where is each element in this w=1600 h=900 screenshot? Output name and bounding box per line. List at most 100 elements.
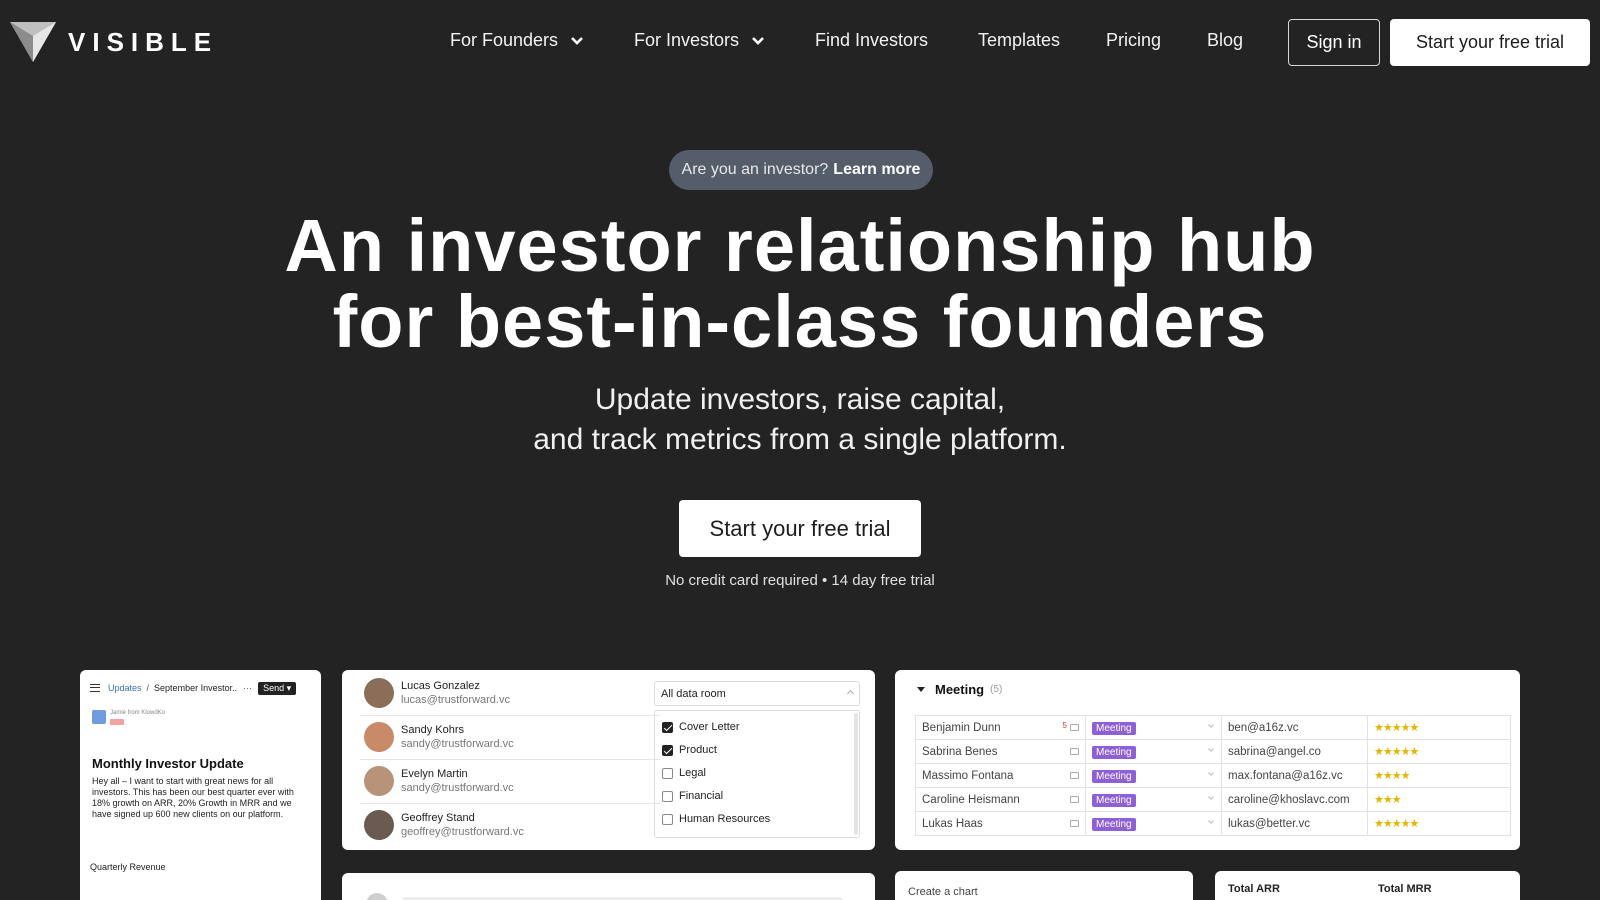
table-row[interactable]: Sabrina Benes Meeting sabrina@angel.co ★★★★…	[915, 739, 1511, 764]
star-icon: ★	[1374, 794, 1384, 806]
investor-pill[interactable]: Are you an investor? Learn more	[669, 150, 933, 190]
chevron-down-icon	[1208, 794, 1214, 800]
email-cell[interactable]: sabrina@angel.co	[1221, 739, 1368, 764]
stage-cell[interactable]: Meeting	[1085, 739, 1222, 764]
investor-name-cell[interactable]: Massimo Fontana	[915, 763, 1086, 788]
pipeline-group-name: Meeting	[935, 682, 985, 697]
star-icon: ★	[1382, 722, 1393, 734]
person-email: sandy@trustforward.vc	[401, 738, 514, 750]
checkbox[interactable]	[662, 767, 673, 779]
table-row[interactable]: Benjamin Dunn 5 Meeting ben@a16z.vc ★★★★★	[915, 715, 1511, 740]
table-row[interactable]: Massimo Fontana Meeting max.fontana@a16z.v…	[915, 763, 1511, 788]
email-cell[interactable]: caroline@khoslavc.com	[1221, 787, 1368, 812]
stage-tag: Meeting	[1092, 817, 1136, 831]
comment-icon[interactable]	[1070, 796, 1079, 803]
pipeline-group-count: (5)	[990, 684, 1003, 695]
person-name: Geoffrey Stand	[401, 812, 475, 824]
comment-icon[interactable]	[1070, 772, 1079, 779]
option-cover-letter[interactable]: Cover Letter	[662, 721, 740, 733]
hero-start-trial-button[interactable]: Start your free trial	[679, 500, 921, 557]
checkbox[interactable]	[662, 790, 673, 802]
nav-blog[interactable]: Blog	[1207, 30, 1243, 51]
data-room-select[interactable]: All data room	[654, 681, 860, 706]
table-row[interactable]: Lukas Haas Meeting lukas@better.vc ★★★★★	[915, 811, 1511, 836]
pipeline-table: Benjamin Dunn 5 Meeting ben@a16z.vc ★★★★★ Sab…	[915, 715, 1511, 836]
rating-cell[interactable]: ★★★★★	[1367, 715, 1511, 740]
option-label: Product	[679, 744, 717, 756]
nav-templates[interactable]: Templates	[978, 30, 1060, 51]
comment-icon[interactable]	[1070, 820, 1079, 827]
rating-cell[interactable]: ★★★	[1367, 787, 1511, 812]
breadcrumb-updates[interactable]: Updates	[108, 683, 142, 693]
rating-cell[interactable]: ★★★★	[1367, 763, 1511, 788]
person-name: Lucas Gonzalez	[401, 680, 480, 692]
comment-icon[interactable]	[1070, 724, 1079, 731]
send-button[interactable]: Send ▾	[258, 681, 297, 695]
comment-icon[interactable]	[1070, 748, 1079, 755]
nav-for-founders[interactable]: For Founders	[450, 30, 584, 51]
option-product[interactable]: Product	[662, 744, 717, 756]
option-label: Financial	[679, 790, 724, 802]
checkbox-checked[interactable]	[662, 744, 673, 756]
update-title: Monthly Investor Update	[92, 756, 244, 771]
investor-name-cell[interactable]: Sabrina Benes	[915, 739, 1086, 764]
more-icon[interactable]: ···	[243, 683, 252, 693]
stage-tag: Meeting	[1092, 769, 1136, 783]
investor-name-cell[interactable]: Benjamin Dunn 5	[915, 715, 1086, 740]
logo-text: VISIBLE	[68, 26, 219, 57]
nav-for-founders-label: For Founders	[450, 30, 559, 50]
create-chart-label[interactable]: Create a chart	[908, 886, 978, 898]
list-item[interactable]: Evelyn Martin sandy@trustforward.vc	[364, 761, 514, 801]
logo-icon	[10, 22, 56, 62]
stage-tag: Meeting	[1092, 745, 1136, 759]
stage-cell[interactable]: Meeting	[1085, 787, 1222, 812]
list-item[interactable]: Sandy Kohrs sandy@trustforward.vc	[364, 717, 514, 757]
option-legal[interactable]: Legal	[662, 767, 706, 779]
rating-cell[interactable]: ★★★★★	[1367, 811, 1511, 836]
avatar	[364, 766, 394, 796]
investor-name-cell[interactable]: Lukas Haas	[915, 811, 1086, 836]
investor-name-cell[interactable]: Caroline Heismann	[915, 787, 1086, 812]
star-icon: ★	[1391, 746, 1402, 758]
hero-title: An investor relationship hub for best-in…	[0, 208, 1600, 360]
star-icon: ★	[1400, 770, 1411, 782]
person-email: sandy@trustforward.vc	[401, 782, 514, 794]
email-cell[interactable]: lukas@better.vc	[1221, 811, 1368, 836]
star-icon: ★	[1391, 770, 1402, 782]
learn-more-link[interactable]: Learn more	[833, 161, 920, 179]
quarterly-revenue-label: Quarterly Revenue	[90, 862, 166, 872]
option-human-resources[interactable]: Human Resources	[662, 813, 770, 825]
email-cell[interactable]: max.fontana@a16z.vc	[1221, 763, 1368, 788]
avatar	[364, 810, 394, 840]
table-row[interactable]: Caroline Heismann Meeting caroline@khoslav…	[915, 787, 1511, 812]
checkbox-checked[interactable]	[662, 721, 673, 733]
list-item[interactable]: Lucas Gonzalez lucas@trustforward.vc	[364, 673, 510, 713]
menu-icon[interactable]	[90, 684, 100, 692]
email-cell[interactable]: ben@a16z.vc	[1221, 715, 1368, 740]
total-mrr-label: Total MRR	[1378, 883, 1432, 895]
hero-title-line-2: for best-in-class founders	[332, 280, 1268, 363]
nav-start-trial-button[interactable]: Start your free trial	[1390, 19, 1590, 66]
sign-in-button[interactable]: Sign in	[1288, 19, 1380, 66]
option-financial[interactable]: Financial	[662, 790, 723, 802]
stage-cell[interactable]: Meeting	[1085, 811, 1222, 836]
nav-pricing[interactable]: Pricing	[1106, 30, 1161, 51]
stage-cell[interactable]: Meeting	[1085, 763, 1222, 788]
stage-cell[interactable]: Meeting	[1085, 715, 1222, 740]
hero-subtitle-line-2: and track metrics from a single platform…	[533, 423, 1067, 456]
star-icon: ★	[1391, 722, 1402, 734]
person-name: Sandy Kohrs	[401, 724, 464, 736]
star-icon: ★	[1391, 818, 1402, 830]
chevron-down-icon	[1208, 722, 1214, 728]
rating-cell[interactable]: ★★★★★	[1367, 739, 1511, 764]
scrollbar[interactable]	[854, 713, 858, 835]
checkbox[interactable]	[662, 813, 673, 825]
chevron-down-icon	[571, 36, 583, 45]
logo[interactable]: VISIBLE	[10, 20, 218, 64]
nav-for-investors[interactable]: For Investors	[634, 30, 765, 51]
nav-pricing-label: Pricing	[1106, 30, 1162, 50]
list-item[interactable]: Geoffrey Stand geoffrey@trustforward.vc	[364, 805, 524, 845]
nav-find-investors[interactable]: Find Investors	[815, 30, 928, 51]
pipeline-group-header[interactable]: Meeting (5)	[917, 682, 1002, 697]
chevron-down-icon	[1208, 746, 1214, 752]
